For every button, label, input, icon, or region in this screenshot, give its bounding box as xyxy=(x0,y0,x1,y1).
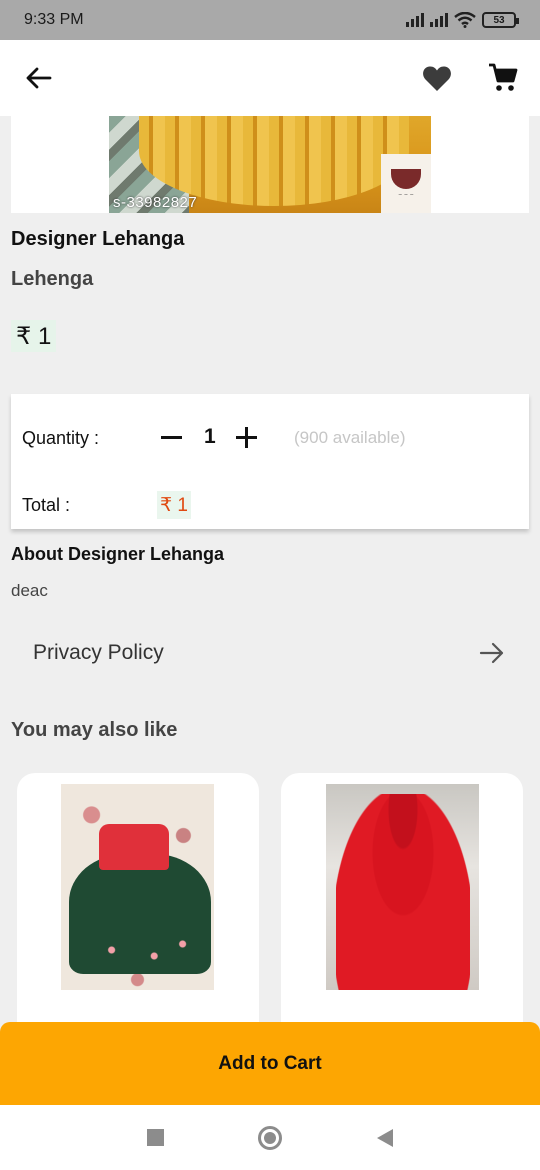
back-arrow-icon xyxy=(26,67,52,89)
recommended-product-image xyxy=(326,784,479,990)
cart-button[interactable] xyxy=(488,63,518,93)
product-category: Lehenga xyxy=(11,268,94,290)
total-value: ₹ 1 xyxy=(157,491,191,519)
product-detail-scroll[interactable]: ~ ~ ~ s-33982827 Designer Lehanga Leheng… xyxy=(0,116,540,1022)
quantity-label: Quantity : xyxy=(22,428,100,448)
wishlist-button[interactable] xyxy=(422,64,452,92)
privacy-policy-label: Privacy Policy xyxy=(33,641,164,664)
about-title: About Designer Lehanga xyxy=(11,544,225,564)
recommended-product-image xyxy=(61,784,214,990)
back-triangle-icon[interactable] xyxy=(376,1128,393,1147)
add-to-cart-button[interactable]: Add to Cart xyxy=(0,1022,540,1105)
green-lehenga xyxy=(69,854,211,974)
total-label: Total : xyxy=(22,495,71,515)
red-gown xyxy=(336,794,470,990)
recent-apps-icon[interactable] xyxy=(147,1129,165,1146)
brand-logo-mark xyxy=(391,169,421,189)
signal-icon xyxy=(406,13,424,27)
product-price: ₹ 1 xyxy=(11,320,57,352)
recommended-product-card[interactable] xyxy=(281,773,523,1022)
recommended-product-card[interactable] xyxy=(17,773,259,1022)
brand-logo-script: ~ ~ ~ xyxy=(398,192,414,198)
top-actions xyxy=(422,63,518,93)
home-icon[interactable] xyxy=(258,1125,283,1150)
product-image-container: ~ ~ ~ s-33982827 xyxy=(11,116,529,213)
privacy-policy-link[interactable]: Privacy Policy xyxy=(11,629,529,679)
cart-icon xyxy=(489,63,518,91)
wifi-icon xyxy=(454,12,476,28)
product-name: Designer Lehanga xyxy=(11,228,185,250)
status-icons: 53 xyxy=(406,12,519,28)
signal-icon xyxy=(430,13,448,27)
about-text: deac xyxy=(11,581,48,600)
increase-quantity-button[interactable] xyxy=(236,421,258,453)
quantity-card: Quantity : 1 (900 available) Total : ₹ 1 xyxy=(11,394,529,529)
quantity-value: 1 xyxy=(204,425,216,448)
arrow-right-icon xyxy=(479,642,504,664)
top-app-bar xyxy=(0,40,540,116)
brand-logo: ~ ~ ~ xyxy=(381,154,431,213)
battery-icon: 53 xyxy=(482,12,519,28)
heart-icon xyxy=(423,66,451,91)
product-image[interactable]: ~ ~ ~ s-33982827 xyxy=(109,116,431,213)
system-navigation-bar xyxy=(0,1105,540,1170)
status-bar: 9:33 PM 53 xyxy=(0,0,540,40)
available-stock: (900 available) xyxy=(294,428,406,447)
product-image-code: s-33982827 xyxy=(113,194,198,211)
battery-level: 53 xyxy=(493,14,505,26)
recommendations-title: You may also like xyxy=(11,719,178,741)
decrease-quantity-button[interactable] xyxy=(161,421,183,453)
status-time: 9:33 PM xyxy=(24,11,84,28)
back-button[interactable] xyxy=(24,66,52,90)
red-blouse xyxy=(99,824,169,870)
